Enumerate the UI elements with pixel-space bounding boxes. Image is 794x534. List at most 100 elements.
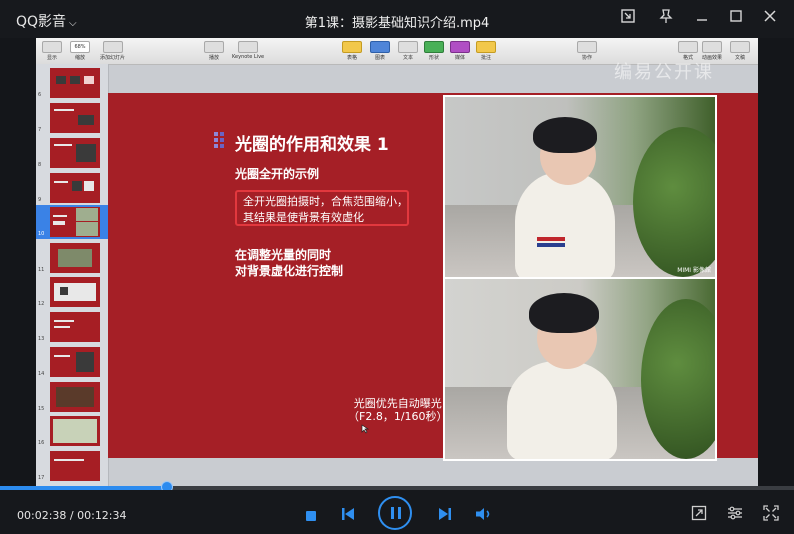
thumb-image <box>56 76 66 84</box>
photo-caption: 光圈优先自动曝光 （F2.8，1/160秒） <box>348 397 448 423</box>
pause-button[interactable] <box>378 496 412 530</box>
thumbnail-number: 15 <box>38 406 45 412</box>
player-controls: 00:02:38 / 00:12:34 <box>0 490 794 534</box>
slide-canvas: 光圈的作用和效果 1 光圈全开的示例 全开光圈拍摄时，合焦范围缩小， 其结果是使… <box>108 93 758 461</box>
child-image <box>507 361 617 459</box>
thumbnail-number: 13 <box>38 336 45 342</box>
slide-thumbnail: 13 <box>38 312 100 342</box>
kn-table-label: 表格 <box>346 55 357 61</box>
slide-subtitle: 光圈全开的示例 <box>235 167 320 181</box>
pin-button[interactable] <box>655 8 677 30</box>
slide-title-wrap: 光圈的作用和效果 1 <box>214 130 389 155</box>
thumbnail-number: 14 <box>38 371 45 377</box>
kn-chart-label: 图表 <box>374 55 385 61</box>
text-icon <box>398 41 418 53</box>
maximize-button[interactable] <box>725 8 747 30</box>
note-box: 全开光圈拍摄时，合焦范围缩小， 其结果是使背景有效虚化 <box>235 190 409 226</box>
kn-play-button: 播放 <box>204 41 224 61</box>
thumb-text <box>54 355 70 357</box>
thumb-image <box>84 181 94 191</box>
thumbnail-number: 8 <box>38 162 42 168</box>
thumb-image <box>76 222 98 236</box>
minimize-icon <box>697 19 707 21</box>
table-icon <box>342 41 362 53</box>
slide-body: 在调整光量的同时 对背景虚化进行控制 <box>235 247 343 279</box>
slide-thumbnail: 14 <box>38 347 100 377</box>
child-hair <box>529 293 599 333</box>
view-icon <box>42 41 62 53</box>
skip-next-icon <box>439 508 451 520</box>
child-image <box>515 172 615 277</box>
document-icon <box>730 41 750 53</box>
slide-thumbnail: 17 <box>38 451 100 481</box>
kn-zoom-button: 68% 缩放 <box>70 41 90 61</box>
close-icon <box>764 10 776 22</box>
slide-thumbnail-active: 10 <box>38 207 100 237</box>
kn-media-button: 媒体 <box>450 41 470 61</box>
volume-icon <box>476 508 490 520</box>
caption-line: 光圈优先自动曝光 <box>353 397 442 410</box>
previous-button[interactable] <box>340 506 356 520</box>
kn-view-button: 显示 <box>42 41 62 61</box>
slide-navigator: 6 7 8 9 10 11 12 13 14 15 16 17 <box>36 64 109 486</box>
kn-comment-label: 批注 <box>480 55 491 61</box>
thumb-image <box>56 387 94 407</box>
shape-icon <box>424 41 444 53</box>
thumb-image <box>76 144 96 162</box>
thumb-text <box>54 320 74 322</box>
collab-icon <box>577 41 597 53</box>
live-icon <box>238 41 259 53</box>
maximize-icon <box>730 10 742 22</box>
thumb-text <box>54 109 74 111</box>
slide-thumbnail: 12 <box>38 277 100 307</box>
settings-button[interactable] <box>727 505 743 521</box>
slide-thumbnail: 15 <box>38 382 100 412</box>
kn-document-label: 文稿 <box>734 55 745 61</box>
thumb-image <box>58 249 92 267</box>
thumb-text <box>54 326 70 328</box>
thumb-text <box>54 181 68 183</box>
kn-text-button: 文本 <box>398 41 418 61</box>
screenshot-button[interactable] <box>691 505 707 521</box>
slide-thumbnail: 16 <box>38 416 100 446</box>
stop-button[interactable] <box>305 507 317 521</box>
thumb-text <box>53 221 65 225</box>
thumbnail-number: 12 <box>38 301 45 307</box>
volume-button[interactable] <box>475 506 493 520</box>
thumb-image <box>53 419 97 443</box>
kn-document-button: 文稿 <box>730 41 750 61</box>
title-bar: QQ影音 ⌵ 第1课：摄影基础知识介绍.mp4 <box>0 0 794 38</box>
slide-thumbnail: 6 <box>38 68 100 98</box>
plus-icon <box>102 41 123 53</box>
close-button[interactable] <box>759 8 781 30</box>
next-button[interactable] <box>437 506 453 520</box>
watermark: 编易公开课 <box>614 62 714 83</box>
slide-thumbnail: 7 <box>38 103 100 133</box>
thumbnail-number: 6 <box>38 92 42 98</box>
media-icon <box>450 41 470 53</box>
thumb-text <box>54 144 72 146</box>
photo-top: MIMI 影像館 <box>443 95 717 279</box>
fullscreen-button[interactable] <box>763 505 779 521</box>
kn-chart-button: 图表 <box>370 41 390 61</box>
thumbnail-number: 16 <box>38 440 45 446</box>
time-total: 00:12:34 <box>77 509 127 522</box>
time-separator: / <box>66 509 78 522</box>
photo-credit: MIMI 影像館 <box>677 267 711 274</box>
mini-mode-icon <box>621 9 635 23</box>
photo-bottom <box>443 277 717 461</box>
skip-previous-icon <box>342 508 354 520</box>
child-hair <box>533 117 597 153</box>
kn-view-label: 显示 <box>46 55 57 61</box>
slide-thumbnail: 8 <box>38 138 100 168</box>
video-frame[interactable]: 显示 68% 缩放 添加幻灯片 播放 Keynote Live 表格 图表 文本 … <box>36 38 758 486</box>
comment-icon <box>476 41 496 53</box>
slide-thumbnail: 11 <box>38 243 100 273</box>
equalizer-icon <box>728 506 742 520</box>
thumbnail-number: 10 <box>38 231 45 237</box>
caption-line: （F2.8，1/160秒） <box>348 410 448 423</box>
thumb-image <box>60 287 68 295</box>
thumbnail-number: 17 <box>38 475 45 481</box>
minimize-button[interactable] <box>691 8 713 30</box>
mini-mode-button[interactable] <box>617 8 639 30</box>
